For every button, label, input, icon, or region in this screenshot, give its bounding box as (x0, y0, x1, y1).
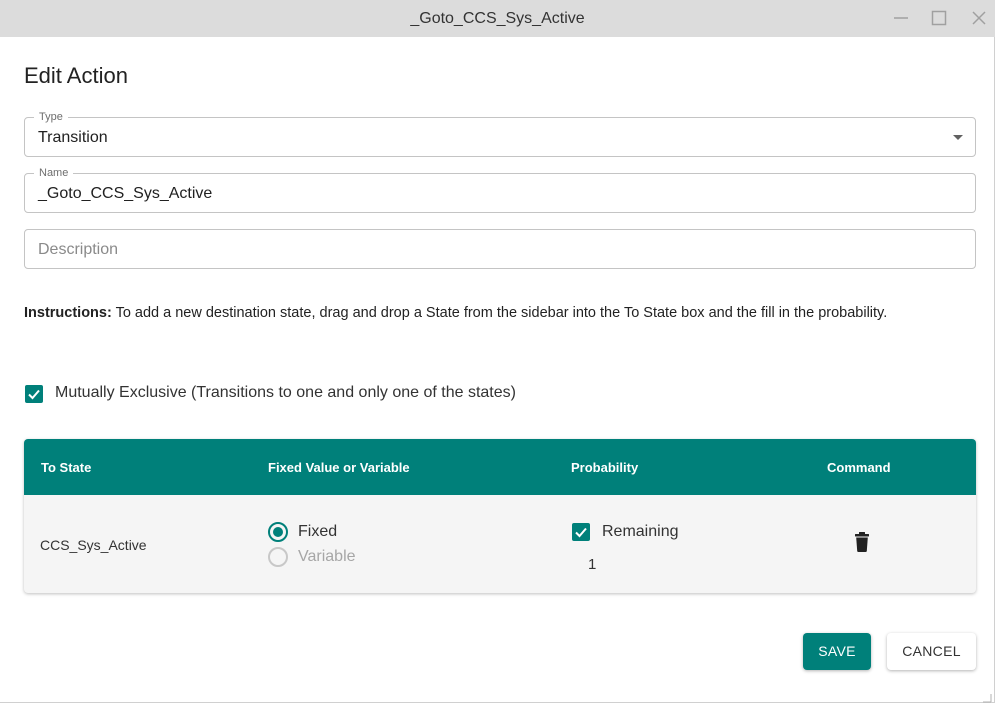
probability-value: 1 (588, 556, 597, 573)
title-bar[interactable]: _Goto_CCS_Sys_Active (0, 0, 995, 37)
name-value[interactable]: _Goto_CCS_Sys_Active (38, 185, 212, 203)
remaining-checkbox[interactable] (572, 523, 590, 541)
maximize-icon[interactable] (930, 9, 948, 27)
save-button[interactable]: SAVE (803, 633, 871, 670)
name-field[interactable]: Name _Goto_CCS_Sys_Active (24, 166, 976, 213)
minimize-icon[interactable] (892, 9, 910, 27)
type-select[interactable]: Type Transition (24, 110, 976, 157)
chevron-down-icon[interactable] (953, 135, 963, 140)
header-to-state: To State (41, 460, 92, 475)
description-field[interactable]: Description (24, 229, 976, 269)
checkmark-icon (28, 389, 40, 400)
instructions-label: Instructions: (24, 305, 112, 321)
remaining-label[interactable]: Remaining (602, 523, 678, 541)
header-command: Command (827, 460, 891, 475)
cancel-button[interactable]: CANCEL (887, 633, 976, 670)
fixed-radio-label[interactable]: Fixed (298, 523, 337, 541)
to-state-cell[interactable]: CCS_Sys_Active (40, 537, 147, 553)
header-probability: Probability (571, 460, 639, 475)
type-label: Type (34, 110, 68, 124)
variable-radio[interactable] (268, 547, 288, 567)
type-value: Transition (38, 129, 108, 146)
edit-action-window: _Goto_CCS_Sys_Active Edit Action Type Tr… (0, 0, 995, 703)
checkmark-icon (575, 527, 587, 538)
description-placeholder[interactable]: Description (38, 241, 118, 259)
instructions-body: To add a new destination state, drag and… (111, 305, 888, 321)
header-fixed-or-variable: Fixed Value or Variable (268, 460, 410, 475)
window-title: _Goto_CCS_Sys_Active (410, 10, 585, 27)
variable-radio-label[interactable]: Variable (298, 548, 356, 566)
page-title: Edit Action (24, 63, 128, 88)
mutually-exclusive-checkbox[interactable] (25, 385, 43, 403)
resize-grip-icon[interactable] (982, 690, 992, 703)
close-icon[interactable] (970, 9, 988, 27)
name-label: Name (34, 166, 74, 180)
transitions-table: To State Fixed Value or Variable Probabi… (24, 439, 976, 593)
mutually-exclusive-label[interactable]: Mutually Exclusive (Transitions to one a… (55, 384, 516, 402)
table-header: To State Fixed Value or Variable Probabi… (24, 439, 976, 495)
fixed-radio[interactable] (268, 522, 288, 542)
instructions-text: Instructions: To add a new destination s… (24, 301, 954, 325)
delete-icon[interactable] (853, 532, 871, 552)
